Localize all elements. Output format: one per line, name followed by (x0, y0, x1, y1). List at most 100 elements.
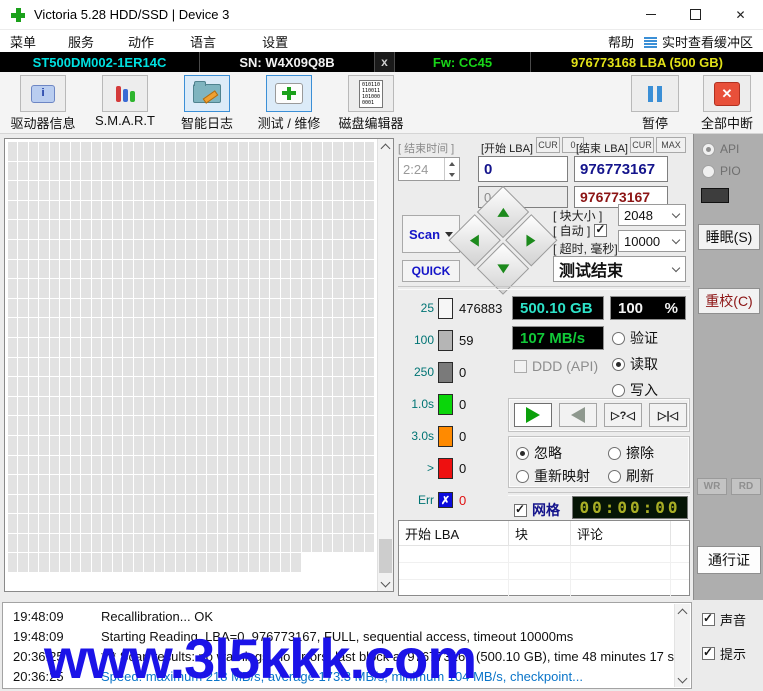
end-lba-cur-button[interactable]: CUR (630, 137, 654, 153)
grid-checkbox[interactable] (514, 503, 527, 517)
scan-block-cell (18, 475, 28, 494)
end-action-combo[interactable]: 测试结束 (553, 256, 686, 282)
test-repair-button[interactable]: 测试 / 维修 (248, 75, 330, 132)
auto-toggle[interactable]: [ 自动 ] (553, 222, 608, 239)
passport-button[interactable]: 通行证 (697, 546, 761, 574)
grid-toggle[interactable]: 网格 (514, 500, 560, 520)
scan-block-cell (259, 200, 270, 220)
minimize-button[interactable] (628, 0, 673, 30)
scan-block-cell (18, 259, 28, 279)
timeout-combo[interactable]: 10000 (618, 230, 686, 252)
menu-item-language[interactable]: 语言 (186, 32, 220, 51)
scan-block-cell (60, 533, 70, 553)
mode-read-option[interactable]: 读取 (612, 354, 658, 374)
scan-block-cell (207, 553, 217, 573)
verify-radio[interactable] (612, 331, 625, 345)
scan-block-cell (228, 455, 238, 475)
block-size-combo[interactable]: 2048 (618, 204, 686, 226)
action-remap-option[interactable]: 重新映射 (516, 466, 590, 486)
scan-block-cell (343, 220, 354, 239)
maximize-button[interactable] (673, 0, 718, 30)
scan-block-cell (49, 396, 60, 416)
scan-block-cell (249, 161, 259, 181)
auto-checkbox[interactable] (594, 223, 608, 237)
scan-block-cell (343, 142, 354, 161)
refresh-radio[interactable] (608, 469, 621, 483)
scroll-down-icon[interactable] (378, 576, 393, 591)
scroll-down-icon[interactable] (675, 672, 690, 687)
read-radio[interactable] (612, 357, 625, 371)
ddd-api-toggle[interactable]: DDD (API) (514, 358, 598, 374)
hint-toggle[interactable]: 提示 (702, 644, 746, 663)
menu-item-settings[interactable]: 设置 (258, 32, 292, 51)
mode-verify-option[interactable]: 验证 (612, 328, 658, 348)
ddd-api-checkbox[interactable] (514, 359, 527, 373)
erase-radio[interactable] (608, 446, 621, 460)
start-test-button[interactable] (514, 403, 552, 427)
smart-button[interactable]: S.M.A.R.T (84, 75, 166, 128)
disk-editor-button[interactable]: 010110 110011 101000 0001 磁盘编辑器 (330, 75, 412, 132)
quick-button[interactable]: QUICK (402, 260, 460, 282)
pause-button[interactable]: 暂停 (622, 75, 688, 132)
seek-random-button[interactable] (604, 403, 642, 427)
drive-info-button[interactable]: i 驱动器信息 (2, 75, 84, 132)
scan-block-cell (70, 298, 81, 318)
menu-item-service[interactable]: 服务 (64, 32, 98, 51)
scan-block-cell (28, 357, 39, 377)
menu-item-menu[interactable]: 菜单 (6, 32, 40, 51)
scan-block-cell (60, 181, 70, 200)
sound-checkbox[interactable] (702, 612, 715, 626)
action-refresh-option[interactable]: 刷新 (608, 466, 654, 486)
infobar-close-button[interactable]: x (375, 52, 395, 72)
close-button[interactable] (718, 0, 763, 30)
map-scroll-thumb[interactable] (379, 539, 392, 573)
scan-block-cell (91, 142, 102, 161)
pio-radio[interactable] (702, 164, 715, 178)
wr-button[interactable]: WR (697, 478, 727, 495)
stat-label: > (426, 461, 434, 475)
end-lba-input[interactable]: 976773167 (574, 156, 668, 182)
sound-toggle[interactable]: 声音 (702, 610, 746, 629)
scan-mode-button[interactable]: Scan (402, 215, 460, 253)
recalibrate-button[interactable]: 重校(C) (698, 288, 760, 314)
live-buffer-toggle[interactable]: 实时查看缓冲区 (640, 32, 757, 51)
scan-block-cell (322, 377, 333, 396)
scan-block-cell (228, 279, 238, 298)
scan-block-cell (343, 298, 354, 318)
abort-all-button[interactable]: ✕ 全部中断 (692, 75, 762, 132)
scan-block-cell (186, 239, 196, 259)
spin-down-icon[interactable] (445, 169, 459, 180)
spin-up-icon[interactable] (445, 158, 459, 169)
rd-button[interactable]: RD (731, 478, 761, 495)
log-scrollbar[interactable] (674, 604, 690, 687)
api-radio[interactable] (702, 142, 715, 156)
scroll-up-icon[interactable] (675, 604, 690, 619)
map-scrollbar[interactable] (377, 139, 393, 591)
sleep-button[interactable]: 睡眠(S) (698, 224, 760, 250)
smart-log-button[interactable]: 智能日志 (166, 75, 248, 132)
scroll-up-icon[interactable] (378, 139, 393, 154)
remap-radio[interactable] (516, 469, 529, 483)
api-option[interactable]: API (702, 142, 739, 156)
write-radio[interactable] (612, 383, 625, 397)
scan-block-cell (112, 142, 123, 161)
scan-block-cell (186, 181, 196, 200)
end-lba-max-button[interactable]: MAX (656, 137, 686, 153)
ignore-radio[interactable] (516, 446, 529, 460)
scan-block-cell (228, 416, 238, 435)
hint-checkbox[interactable] (702, 646, 715, 660)
scan-block-cell (249, 357, 259, 377)
menu-item-help[interactable]: 帮助 (604, 32, 638, 51)
pio-option[interactable]: PIO (702, 164, 741, 178)
seek-end-button[interactable] (649, 403, 687, 427)
menu-item-action[interactable]: 动作 (124, 32, 158, 51)
start-lba-cur-button[interactable]: CUR (536, 137, 560, 153)
start-lba-input[interactable]: 0 (478, 156, 568, 182)
mode-write-option[interactable]: 写入 (612, 380, 658, 400)
end-time-spinner[interactable]: 2:24 (398, 157, 460, 181)
scan-block-cell (207, 259, 217, 279)
scan-block-cell (217, 494, 228, 514)
reverse-button[interactable] (559, 403, 597, 427)
action-erase-option[interactable]: 擦除 (608, 443, 654, 463)
action-ignore-option[interactable]: 忽略 (516, 443, 562, 463)
